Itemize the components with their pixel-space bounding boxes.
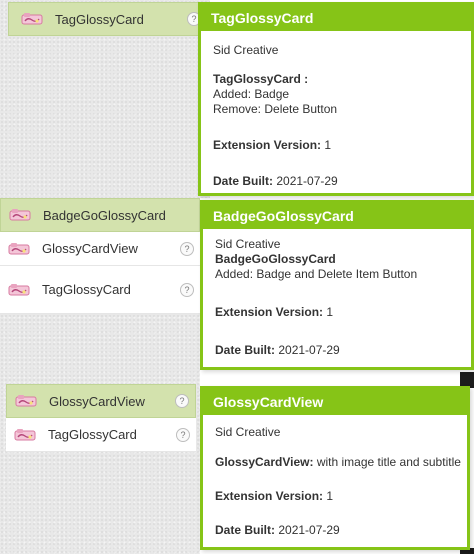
popup-version-value: 1 bbox=[326, 489, 334, 503]
component-panel-2: BadgeGoGlossyCard GlossyCardView ? TagGl… bbox=[0, 198, 200, 378]
popup-date-row: Date Built: 2021-07-29 bbox=[215, 523, 340, 537]
popup-desc-row: GlossyCardView: with image title and sub… bbox=[215, 455, 461, 469]
popup-version-row: Extension Version: 1 bbox=[215, 489, 333, 503]
extension-item-label: BadgeGoGlossyCard bbox=[43, 207, 166, 223]
extension-info-popup-3: GlossyCardView Sid Creative GlossyCardVi… bbox=[200, 386, 470, 550]
extension-icon bbox=[14, 428, 36, 442]
popup-date-value: 2021-07-29 bbox=[276, 174, 338, 188]
help-icon[interactable]: ? bbox=[175, 394, 189, 408]
popup-version-row: Extension Version: 1 bbox=[213, 138, 331, 152]
popup-date-row: Date Built: 2021-07-29 bbox=[213, 174, 338, 188]
extension-item-tagglossycard[interactable]: TagGlossyCard ? bbox=[6, 418, 196, 452]
extension-item-label: GlossyCardView bbox=[49, 393, 145, 409]
popup-desc-heading: BadgeGoGlossyCard bbox=[215, 252, 336, 266]
popup-version-value: 1 bbox=[326, 305, 334, 319]
popup-author: Sid Creative bbox=[213, 43, 279, 57]
popup-author: Sid Creative bbox=[215, 237, 281, 251]
extension-item-label: GlossyCardView bbox=[42, 241, 138, 256]
extension-icon bbox=[15, 394, 37, 408]
popup-version-label: Extension Version: bbox=[213, 138, 322, 152]
extension-info-popup-2: BadgeGoGlossyCard Sid Creative BadgeGoGl… bbox=[200, 200, 474, 370]
popup-title: BadgeGoGlossyCard bbox=[203, 203, 471, 229]
popup-desc-line2: Remove: Delete Button bbox=[213, 102, 338, 116]
component-panel-1: TagGlossyCard ? bbox=[0, 0, 210, 198]
help-icon[interactable]: ? bbox=[176, 427, 190, 442]
popup-date-value: 2021-07-29 bbox=[278, 523, 340, 537]
popup-version-label: Extension Version: bbox=[215, 489, 324, 503]
popup-desc-line1: Added: Badge bbox=[213, 87, 290, 101]
popup-date-label: Date Built: bbox=[215, 343, 275, 357]
extension-info-popup-1: TagGlossyCard Sid Creative TagGlossyCard… bbox=[198, 2, 474, 196]
popup-title: GlossyCardView bbox=[203, 389, 467, 415]
extension-item-glossycardview[interactable]: GlossyCardView ? bbox=[6, 384, 196, 418]
help-icon[interactable]: ? bbox=[180, 282, 194, 297]
popup-desc-heading: TagGlossyCard : bbox=[213, 72, 309, 86]
popup-version-value: 1 bbox=[324, 138, 332, 152]
extension-item-tagglossycard[interactable]: TagGlossyCard ? bbox=[0, 266, 200, 314]
popup-date-label: Date Built: bbox=[215, 523, 275, 537]
extension-item-tagglossycard[interactable]: TagGlossyCard ? bbox=[8, 2, 208, 36]
extension-item-label: TagGlossyCard bbox=[55, 11, 144, 27]
extension-item-glossycardview[interactable]: GlossyCardView ? bbox=[0, 232, 200, 266]
help-icon[interactable]: ? bbox=[180, 241, 194, 256]
component-panel-3: GlossyCardView ? TagGlossyCard ? bbox=[0, 378, 200, 554]
popup-version-label: Extension Version: bbox=[215, 305, 324, 319]
popup-desc-line1: Added: Badge and Delete Item Button bbox=[215, 267, 418, 281]
popup-desc-line1: with image title and subtitle bbox=[316, 455, 461, 469]
extension-icon bbox=[8, 242, 30, 256]
popup-title: TagGlossyCard bbox=[201, 5, 471, 31]
extension-item-label: TagGlossyCard bbox=[42, 282, 131, 297]
popup-desc-heading: GlossyCardView: bbox=[215, 455, 314, 469]
popup-date-label: Date Built: bbox=[213, 174, 273, 188]
popup-date-value: 2021-07-29 bbox=[278, 343, 340, 357]
popup-author: Sid Creative bbox=[215, 425, 281, 439]
extension-icon bbox=[8, 283, 30, 297]
extension-item-label: TagGlossyCard bbox=[48, 427, 137, 442]
popup-version-row: Extension Version: 1 bbox=[215, 305, 333, 319]
extension-icon bbox=[21, 12, 43, 26]
extension-icon bbox=[9, 208, 31, 222]
extension-item-badgegoglossycard[interactable]: BadgeGoGlossyCard bbox=[0, 198, 200, 232]
popup-date-row: Date Built: 2021-07-29 bbox=[215, 343, 340, 357]
